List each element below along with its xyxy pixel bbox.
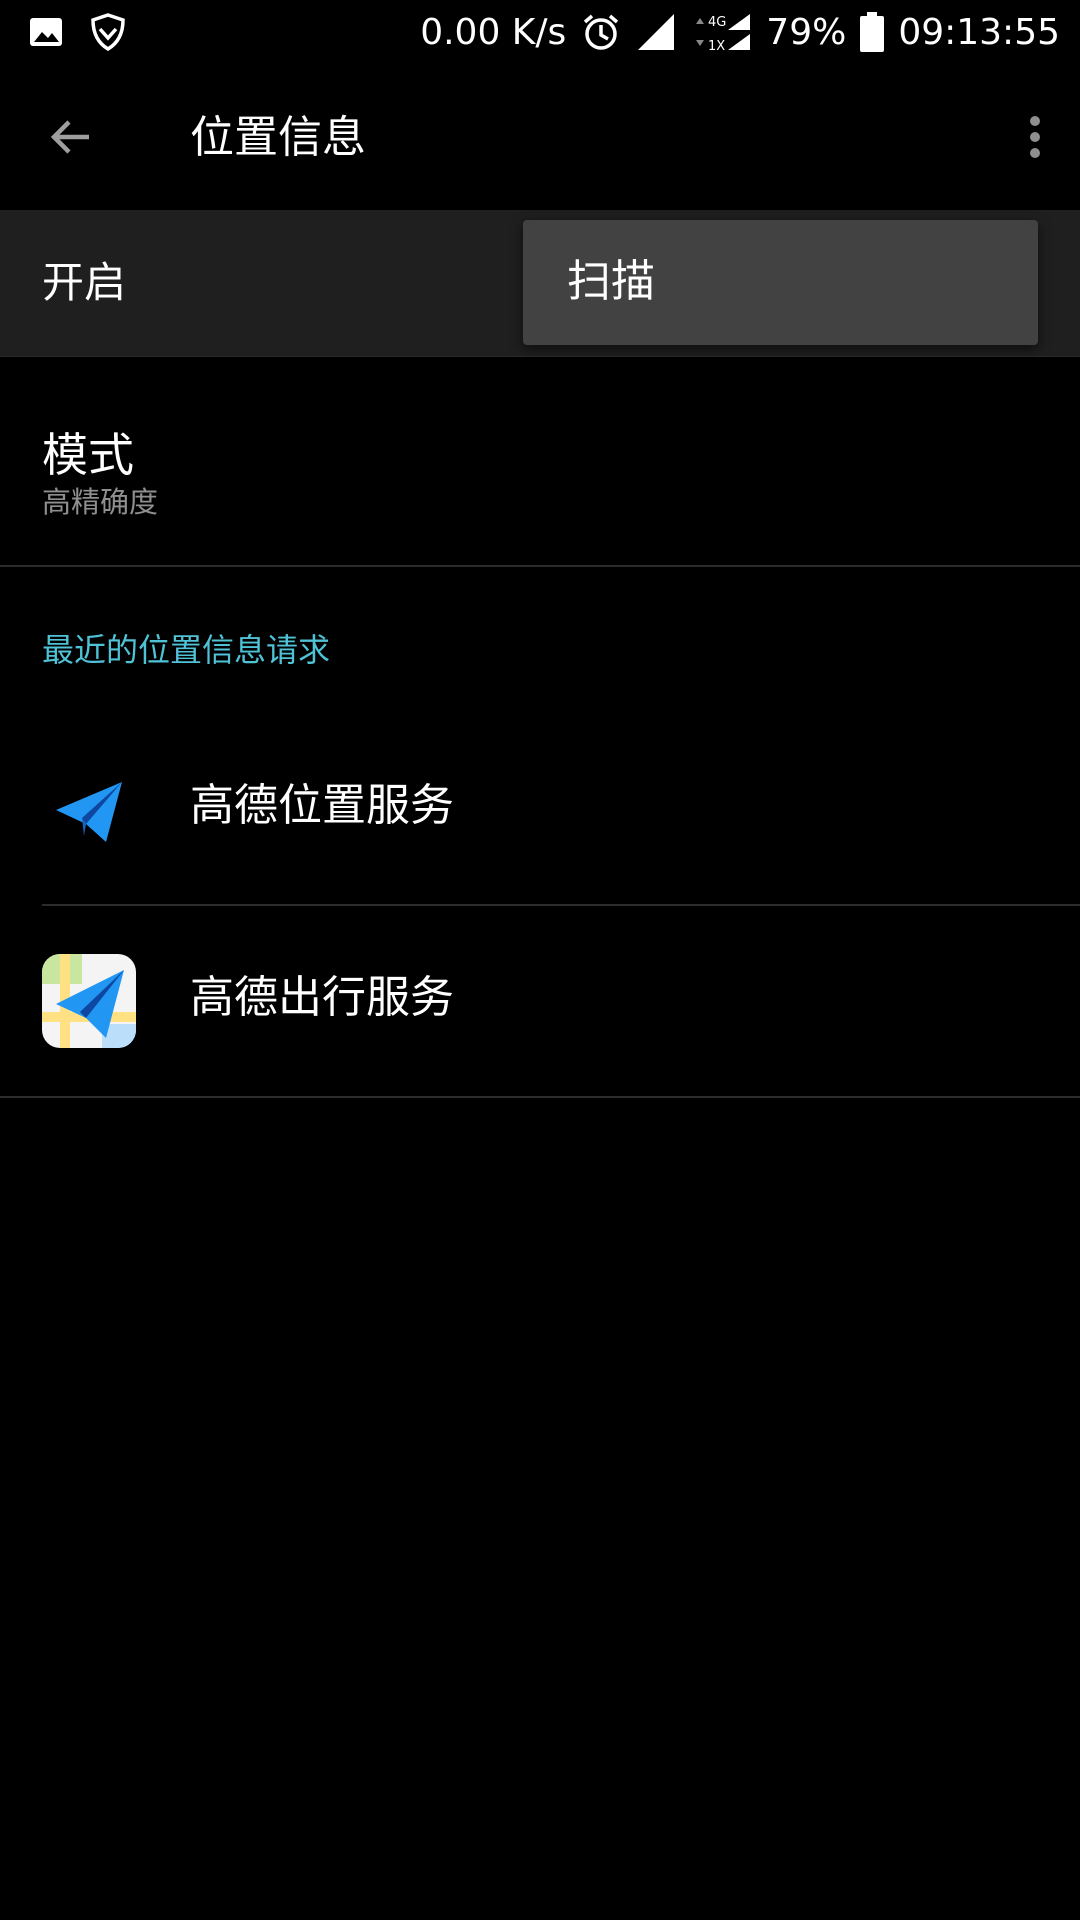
mode-setting-row[interactable]: 模式 高精确度 bbox=[0, 410, 1080, 565]
shield-icon bbox=[86, 10, 130, 54]
alarm-icon bbox=[580, 11, 622, 53]
battery-icon bbox=[860, 12, 885, 52]
clock: 09:13:55 bbox=[898, 11, 1060, 53]
page-title: 位置信息 bbox=[190, 112, 366, 163]
app-name: 高德位置服务 bbox=[190, 780, 454, 831]
menu-item-scan[interactable]: 扫描 bbox=[567, 252, 655, 312]
list-item-app-amap-travel[interactable]: 高德出行服务 bbox=[0, 906, 1080, 1096]
overflow-popup-menu: 扫描 bbox=[523, 220, 1038, 345]
signal-4g-icon: 4G 1X bbox=[690, 10, 752, 54]
divider bbox=[0, 1096, 1080, 1098]
more-options-button[interactable] bbox=[1000, 102, 1070, 172]
paper-plane-icon bbox=[42, 762, 136, 856]
signal-icon bbox=[636, 12, 676, 52]
app-name: 高德出行服务 bbox=[190, 972, 454, 1023]
mode-title: 模式 bbox=[42, 428, 134, 482]
net-speed: 0.00 K/s bbox=[420, 11, 567, 53]
more-vert-icon bbox=[1030, 116, 1040, 158]
image-icon bbox=[24, 10, 68, 54]
net-top-label: 4G bbox=[708, 15, 726, 30]
app-bar: 位置信息 bbox=[0, 64, 1080, 210]
battery-text: 79% bbox=[766, 11, 847, 53]
location-toggle-label: 开启 bbox=[42, 258, 127, 307]
recent-requests-header: 最近的位置信息请求 bbox=[42, 631, 331, 669]
mode-value: 高精确度 bbox=[42, 485, 159, 519]
arrow-back-icon bbox=[50, 120, 89, 154]
divider bbox=[0, 565, 1080, 567]
amap-icon bbox=[42, 954, 136, 1048]
back-button[interactable] bbox=[36, 102, 106, 172]
list-item-app-amap-location[interactable]: 高德位置服务 bbox=[0, 714, 1080, 904]
status-bar: 0.00 K/s 4G 1X 79% 09:13:55 bbox=[0, 0, 1080, 64]
net-bottom-label: 1X bbox=[708, 39, 725, 54]
status-right: 0.00 K/s 4G 1X 79% 09:13:55 bbox=[420, 0, 1060, 64]
